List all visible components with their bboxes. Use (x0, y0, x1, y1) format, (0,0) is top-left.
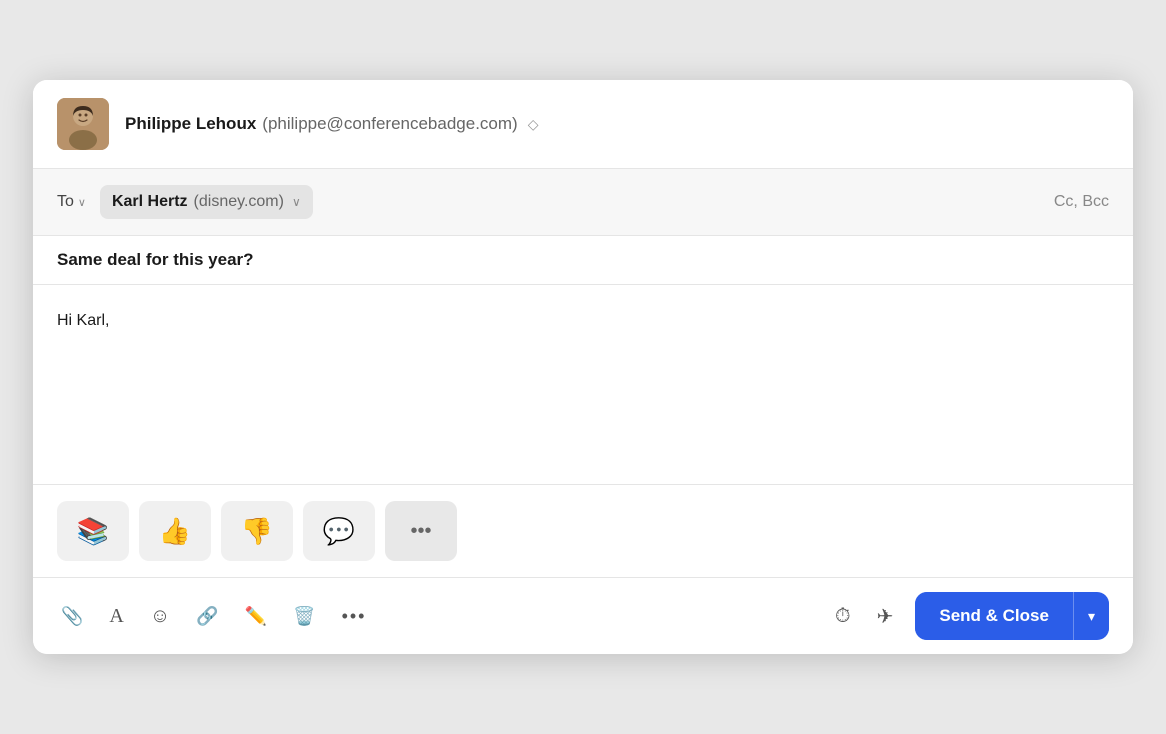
books-emoji: 📚 (77, 516, 109, 547)
to-label[interactable]: To ∨ (57, 193, 86, 211)
send-close-main-button[interactable]: Send & Close (915, 592, 1073, 640)
send-later-button[interactable]: ✈ (873, 600, 898, 633)
quick-reply-books[interactable]: 📚 (57, 501, 129, 561)
recipient-name: Karl Hertz (112, 193, 188, 211)
quick-reply-thumbsdown[interactable]: 👎 (221, 501, 293, 561)
to-row: To ∨ Karl Hertz (disney.com) ∨ Cc, Bcc (33, 169, 1133, 236)
body-text: Hi Karl, (57, 309, 1109, 333)
trash-button[interactable]: 🗑️ (289, 602, 319, 631)
schedule-button[interactable]: ⏱ (831, 601, 855, 632)
clock-icon: ⏱ (835, 605, 851, 628)
pen-icon: ✏️ (245, 606, 267, 627)
subject-row: Same deal for this year? (33, 236, 1133, 285)
quick-reply-thumbsup[interactable]: 👍 (139, 501, 211, 561)
font-button[interactable]: A (105, 601, 127, 632)
link-icon: 🔗 (196, 606, 218, 627)
font-icon: A (109, 605, 123, 628)
send-close-chevron-icon: ▾ (1088, 608, 1095, 625)
quick-replies-row: 📚 👍 👎 💬 ••• (33, 485, 1133, 578)
recipient-chip[interactable]: Karl Hertz (disney.com) ∨ (100, 185, 313, 219)
trash-icon: 🗑️ (293, 606, 315, 627)
sender-email: (philippe@conferencebadge.com) (262, 114, 517, 134)
sender-dropdown-icon[interactable]: ◇ (528, 116, 539, 133)
send-close-dropdown-button[interactable]: ▾ (1074, 594, 1109, 639)
recipient-dropdown-icon[interactable]: ∨ (292, 195, 301, 209)
chat-bubble-emoji: 💬 (323, 516, 355, 547)
body-area[interactable]: Hi Karl, (33, 285, 1133, 485)
attachment-button[interactable]: 📎 (57, 602, 87, 631)
quick-reply-chat[interactable]: 💬 (303, 501, 375, 561)
cc-bcc-button[interactable]: Cc, Bcc (1054, 193, 1109, 211)
pen-button[interactable]: ✏️ (241, 602, 271, 631)
quick-reply-more-button[interactable]: ••• (385, 501, 457, 561)
thumbsup-emoji: 👍 (159, 516, 191, 547)
to-text: To (57, 193, 74, 211)
toolbar-more-button[interactable]: ••• (338, 602, 371, 631)
emoji-button[interactable]: ☺ (146, 601, 174, 632)
more-dots-icon: ••• (410, 520, 431, 543)
avatar (57, 98, 109, 150)
link-button[interactable]: 🔗 (192, 602, 222, 631)
subject-text: Same deal for this year? (57, 250, 1109, 270)
paperclip-icon: 📎 (61, 606, 83, 627)
toolbar-dots-icon: ••• (342, 606, 367, 627)
sender-name: Philippe Lehoux (125, 114, 256, 134)
send-later-icon: ✈ (877, 604, 894, 629)
emoji-icon: ☺ (150, 605, 170, 628)
sender-info: Philippe Lehoux (philippe@conferencebadg… (125, 114, 539, 134)
compose-window: Philippe Lehoux (philippe@conferencebadg… (33, 80, 1133, 654)
to-chevron-icon[interactable]: ∨ (78, 196, 86, 209)
send-close-button-group: Send & Close ▾ (915, 592, 1109, 640)
compose-header: Philippe Lehoux (philippe@conferencebadg… (33, 80, 1133, 169)
compose-toolbar: 📎 A ☺ 🔗 ✏️ 🗑️ ••• ⏱ ✈ Send & Close (33, 578, 1133, 654)
recipient-domain: (disney.com) (194, 193, 284, 211)
thumbsdown-emoji: 👎 (241, 516, 273, 547)
